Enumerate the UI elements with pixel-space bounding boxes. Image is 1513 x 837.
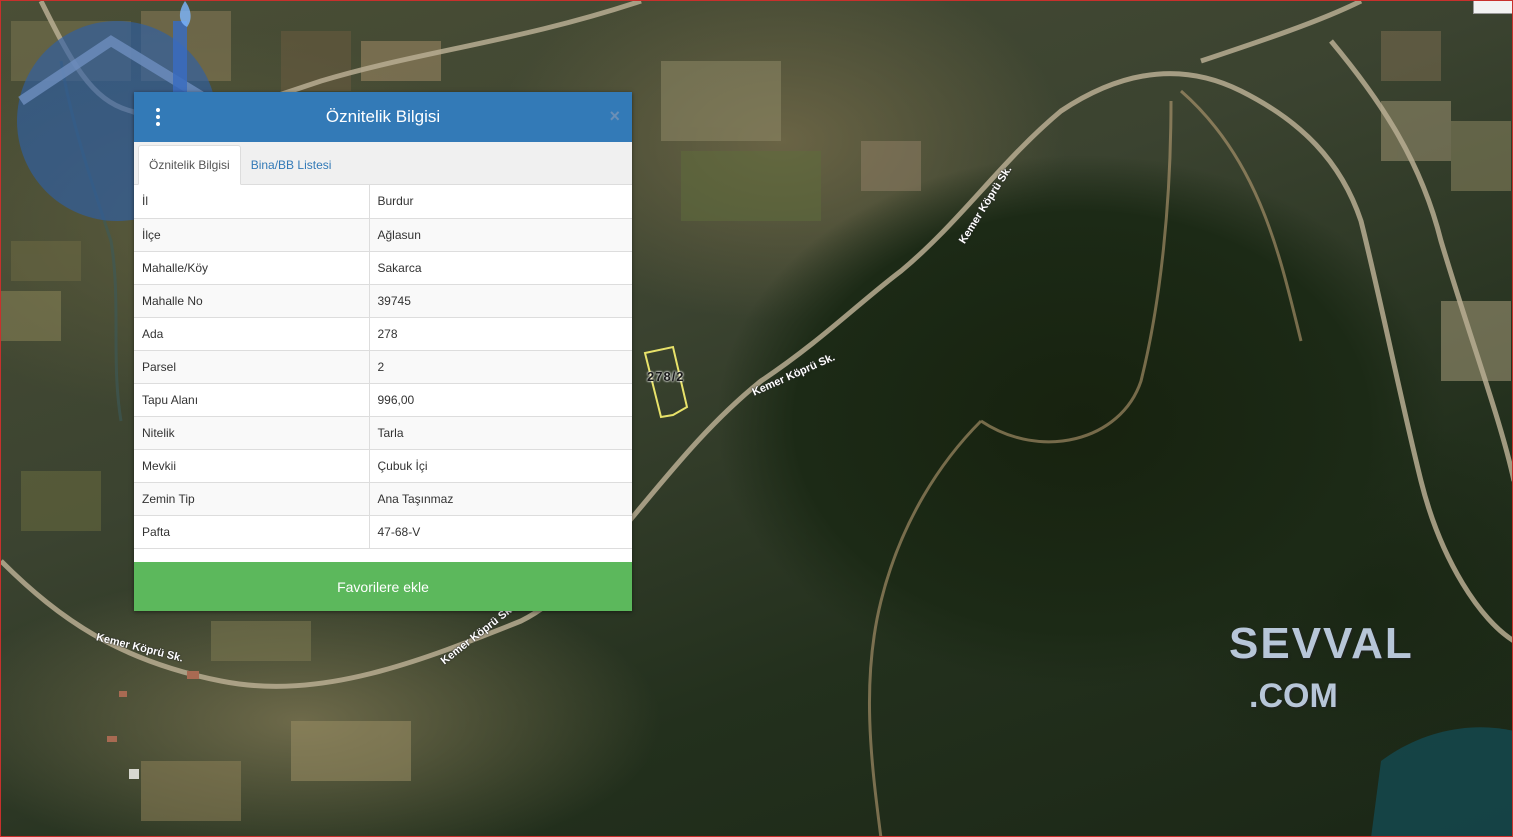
table-row: İl Burdur <box>134 185 632 219</box>
attribute-key: Mahalle/Köy <box>134 251 370 285</box>
tab-building-list[interactable]: Bina/BB Listesi <box>241 146 342 184</box>
attribute-key: Mahalle No <box>134 284 370 318</box>
attribute-key: Ada <box>134 317 370 351</box>
table-row: Nitelik Tarla <box>134 416 632 450</box>
attribute-value: Tarla <box>369 416 632 450</box>
attribute-key: Zemin Tip <box>134 482 370 516</box>
add-to-favorites-button[interactable]: Favorilere ekle <box>134 562 632 611</box>
attribute-value: 2 <box>369 350 632 384</box>
parcel-label[interactable]: 278/2 <box>647 369 685 384</box>
panel-tabs: Öznitelik Bilgisi Bina/BB Listesi <box>134 142 632 185</box>
table-row: İlçe Ağlasun <box>134 218 632 252</box>
attribute-key: Tapu Alanı <box>134 383 370 417</box>
attribute-key: Parsel <box>134 350 370 384</box>
table-row: Ada 278 <box>134 317 632 351</box>
attribute-value: 39745 <box>369 284 632 318</box>
attribute-key: Pafta <box>134 515 370 549</box>
watermark-text-domain: .COM <box>1249 677 1338 715</box>
table-row: Mahalle No 39745 <box>134 284 632 318</box>
panel-title: Öznitelik Bilgisi <box>325 107 441 126</box>
attribute-value: Ağlasun <box>369 218 632 252</box>
table-row: Zemin Tip Ana Taşınmaz <box>134 482 632 516</box>
attribute-key: İl <box>134 185 370 219</box>
panel-header: Öznitelik Bilgisi × <box>134 92 632 142</box>
attribute-info-panel: Öznitelik Bilgisi × Öznitelik Bilgisi Bi… <box>134 92 632 611</box>
table-row: Mevkii Çubuk İçi <box>134 449 632 483</box>
attribute-value: 996,00 <box>369 383 632 417</box>
attribute-value: 278 <box>369 317 632 351</box>
table-row: Mahalle/Köy Sakarca <box>134 251 632 285</box>
attribute-value: 47-68-V <box>369 515 632 549</box>
attribute-key: Nitelik <box>134 416 370 450</box>
map-scale-box <box>1473 1 1512 14</box>
watermark-text: SEVVAL <box>1229 619 1414 668</box>
attribute-key: Mevkii <box>134 449 370 483</box>
tab-attribute-info[interactable]: Öznitelik Bilgisi <box>138 145 241 185</box>
attribute-table: İl Burdur İlçe Ağlasun Mahalle/Köy Sakar… <box>134 185 632 549</box>
table-row: Pafta 47-68-V <box>134 515 632 549</box>
menu-kebab-icon[interactable] <box>148 106 168 128</box>
attribute-value: Sakarca <box>369 251 632 285</box>
attribute-value: Burdur <box>369 185 632 219</box>
table-row: Parsel 2 <box>134 350 632 384</box>
table-row: Tapu Alanı 996,00 <box>134 383 632 417</box>
close-icon[interactable]: × <box>609 106 620 126</box>
attribute-key: İlçe <box>134 218 370 252</box>
attribute-value: Çubuk İçi <box>369 449 632 483</box>
attribute-value: Ana Taşınmaz <box>369 482 632 516</box>
